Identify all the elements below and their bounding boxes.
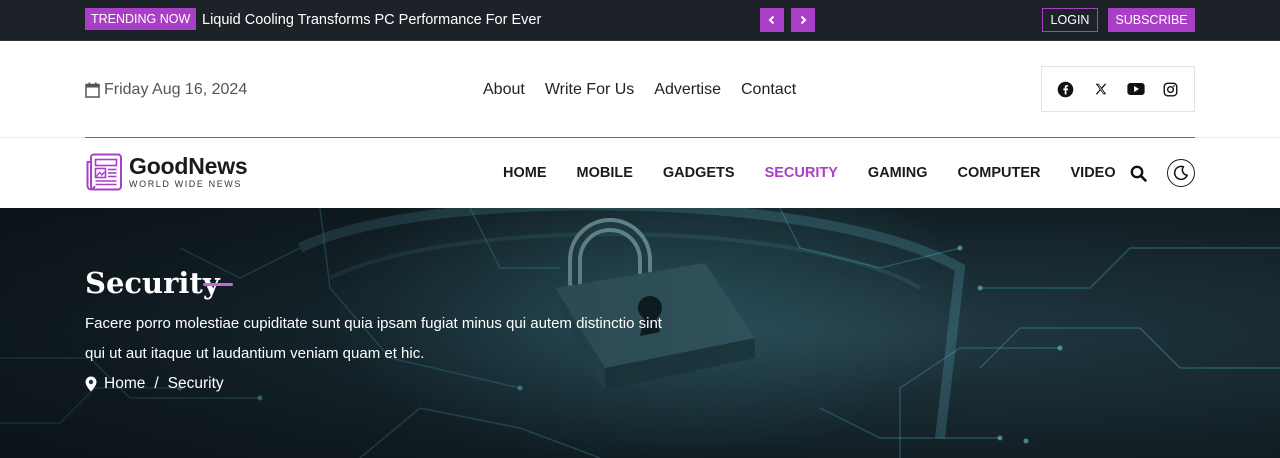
calendar-icon <box>85 82 100 98</box>
top-links: About Write For Us Advertise Contact <box>483 80 796 100</box>
header-divider <box>85 137 1195 138</box>
subscribe-button[interactable]: SUBSCRIBE <box>1108 8 1195 32</box>
trending-prev-button[interactable] <box>760 8 784 32</box>
search-button[interactable] <box>1130 165 1147 182</box>
chevron-left-icon <box>768 15 775 25</box>
link-contact[interactable]: Contact <box>741 80 796 100</box>
facebook-icon[interactable] <box>1057 80 1075 98</box>
moon-icon <box>1173 165 1188 181</box>
breadcrumb-current: Security <box>167 375 224 392</box>
dark-mode-toggle[interactable] <box>1167 159 1195 187</box>
trending-next-button[interactable] <box>791 8 815 32</box>
main-nav: HOME MOBILE GADGETS SECURITY GAMING COMP… <box>503 165 1116 181</box>
category-description: Facere porro molestiae cupiditate sunt q… <box>85 315 662 362</box>
link-advertise[interactable]: Advertise <box>654 80 721 100</box>
newspaper-logo-icon <box>86 153 122 191</box>
nav-item-gaming[interactable]: GAMING <box>868 165 928 181</box>
breadcrumb-home[interactable]: Home <box>104 374 145 394</box>
nav-item-security[interactable]: SECURITY <box>765 165 838 181</box>
page-title: Security <box>85 266 220 300</box>
date-display: Friday Aug 16, 2024 <box>85 80 247 100</box>
youtube-icon[interactable] <box>1126 80 1145 98</box>
category-hero: Security Facere porro molestiae cupidita… <box>0 208 1280 458</box>
link-write-for-us[interactable]: Write For Us <box>545 80 634 100</box>
logo-subtitle: WORLD WIDE NEWS <box>129 179 242 189</box>
trending-badge: TRENDING NOW <box>85 8 197 30</box>
nav-item-gadgets[interactable]: GADGETS <box>663 165 735 181</box>
nav-item-home[interactable]: HOME <box>503 165 547 181</box>
logo-title: GoodNews <box>129 153 248 179</box>
chevron-right-icon <box>800 15 807 25</box>
nav-item-video[interactable]: VIDEO <box>1071 165 1116 181</box>
date-text: Friday Aug 16, 2024 <box>104 81 248 98</box>
top-bar: TRENDING NOW Liquid Cooling Transforms P… <box>0 0 1280 41</box>
login-button[interactable]: LOGIN <box>1042 8 1098 32</box>
social-links <box>1041 66 1195 112</box>
instagram-icon[interactable] <box>1162 80 1180 98</box>
breadcrumb-separator: / <box>154 375 159 392</box>
nav-item-mobile[interactable]: MOBILE <box>577 165 633 181</box>
title-accent-line <box>203 283 233 286</box>
search-icon <box>1130 165 1147 182</box>
nav-item-computer[interactable]: COMPUTER <box>958 165 1041 181</box>
link-about[interactable]: About <box>483 80 525 100</box>
map-marker-icon <box>85 376 97 392</box>
trending-headline[interactable]: Liquid Cooling Transforms PC Performance… <box>202 11 541 29</box>
logo-text: GoodNews WORLD WIDE NEWS <box>129 154 248 190</box>
site-logo[interactable]: GoodNews WORLD WIDE NEWS <box>85 153 248 191</box>
breadcrumb: Home / Security <box>85 374 224 394</box>
x-icon[interactable] <box>1092 80 1110 98</box>
